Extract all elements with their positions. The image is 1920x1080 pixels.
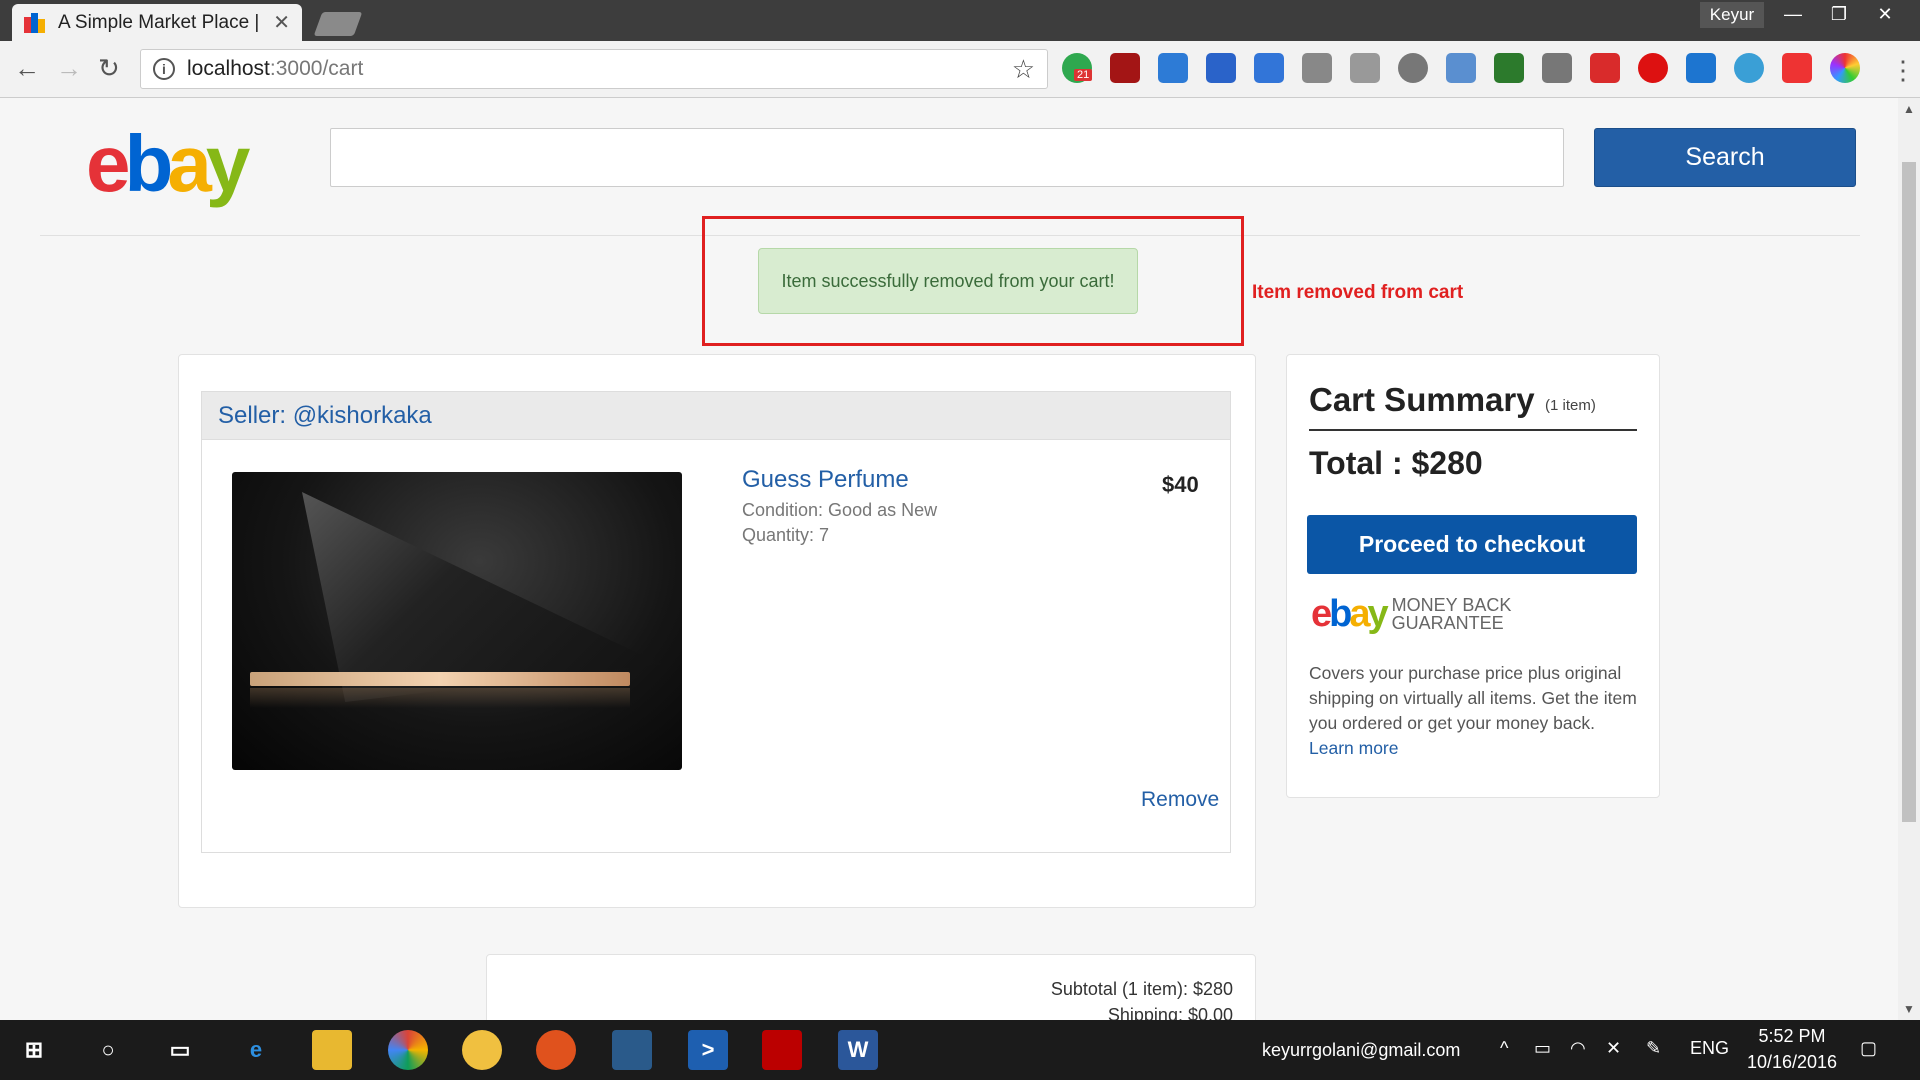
action-center-icon[interactable]: ▢	[1860, 1038, 1877, 1059]
page-scrollbar[interactable]: ▲ ▼	[1898, 98, 1920, 1020]
word-icon[interactable]: W	[838, 1030, 878, 1070]
task-view-icon[interactable]: ▭	[160, 1030, 200, 1070]
forward-arrow-icon[interactable]: →	[56, 53, 82, 84]
chrome-icon[interactable]	[388, 1030, 428, 1070]
battery-icon[interactable]: ▭	[1534, 1038, 1551, 1059]
pen-extension-icon[interactable]	[1302, 53, 1332, 83]
adblock-extension-icon[interactable]	[1638, 53, 1668, 83]
tab-title: A Simple Market Place | e	[58, 11, 266, 33]
taskbar-email[interactable]: keyurrgolani@gmail.com	[1262, 1040, 1460, 1061]
angular-extension-icon[interactable]	[1398, 53, 1428, 83]
proceed-to-checkout-button[interactable]: Proceed to checkout	[1307, 515, 1637, 574]
clock-date[interactable]: 10/16/2016	[1742, 1052, 1842, 1073]
remove-item-link[interactable]: Remove	[1141, 788, 1219, 812]
ubuntu-icon[interactable]	[536, 1030, 576, 1070]
scroll-up-icon[interactable]: ▲	[1903, 102, 1915, 116]
product-condition: Condition: Good as New	[742, 500, 938, 520]
mysql-workbench-icon[interactable]	[612, 1030, 652, 1070]
summary-divider	[1309, 429, 1637, 431]
cart-panel: Seller: @kishorkaka Guess Perfume Condit…	[178, 354, 1256, 908]
money-back-guarantee-logo: ebay MONEY BACK GUARANTEE	[1311, 595, 1512, 633]
subtotal-text: Subtotal (1 item): $280	[1050, 979, 1233, 999]
restore-icon[interactable]: ❐	[1816, 0, 1862, 28]
new-tab-button[interactable]	[313, 12, 363, 36]
tab-close-icon[interactable]: ✕	[273, 10, 290, 35]
product-title-link[interactable]: Guess Perfume	[742, 466, 909, 494]
ebay-logo[interactable]: ebay	[86, 124, 250, 204]
browser-toolbar: ← → ↻ i localhost :3000/cart ☆ 21 ⋮	[0, 41, 1920, 98]
cart-total: Total : $280	[1309, 445, 1483, 481]
cart-item-count: (1 item)	[1545, 397, 1596, 414]
acrobat-icon[interactable]	[762, 1030, 802, 1070]
powershell-icon[interactable]: >	[688, 1030, 728, 1070]
bookmark-star-icon[interactable]: ☆	[1012, 54, 1035, 85]
show-hidden-icons[interactable]: ^	[1500, 1038, 1508, 1059]
seller-header: Seller: @kishorkaka	[202, 392, 1230, 440]
laptop-reflection-shape	[250, 688, 630, 708]
laptop-lid-shape	[302, 492, 662, 702]
learn-more-link[interactable]: Learn more	[1309, 738, 1399, 758]
product-price: $40	[1162, 472, 1199, 497]
red-extension-icon[interactable]	[1590, 53, 1620, 83]
pin-extension-icon[interactable]	[1206, 53, 1236, 83]
scroll-down-icon[interactable]: ▼	[1903, 1002, 1915, 1016]
shopping-bag-icon	[24, 12, 46, 33]
product-quantity: Quantity: 7	[742, 525, 830, 545]
blue-window-extension-icon[interactable]	[1686, 53, 1716, 83]
cart-summary-title: Cart Summary	[1309, 381, 1535, 418]
page-content: ebay Search Item successfully removed fr…	[0, 98, 1898, 1020]
info-icon[interactable]: i	[153, 58, 175, 80]
extension-green-icon[interactable]: 21	[1062, 53, 1093, 83]
language-indicator[interactable]: ENG	[1690, 1038, 1729, 1059]
browser-titlebar: A Simple Market Place | e ✕ Keyur — ❐ ✕	[0, 0, 1920, 41]
search-input[interactable]	[330, 128, 1564, 187]
scroll-thumb[interactable]	[1902, 162, 1916, 822]
url-host: localhost	[187, 57, 270, 80]
shipping-text: Shipping: $0.00	[1107, 1005, 1233, 1020]
extensions-bar: 21	[1062, 53, 1860, 83]
wifi-icon[interactable]: ◠	[1570, 1038, 1586, 1059]
back-arrow-icon[interactable]: ←	[14, 53, 40, 84]
windows-start-icon[interactable]: ⊞	[14, 1030, 54, 1070]
clock-time[interactable]: 5:52 PM	[1756, 1026, 1828, 1047]
cart-summary-panel: Cart Summary (1 item) Total : $280 Proce…	[1286, 354, 1660, 798]
minimize-icon[interactable]: —	[1770, 0, 1816, 28]
search-button[interactable]: Search	[1594, 128, 1856, 187]
subtotal-panel: Subtotal (1 item): $280 Shipping: $0.00	[486, 954, 1256, 1020]
windows-taskbar: ⊞ ○ ▭ e > W keyurrgolani@gmail.com ^ ▭ ◠…	[0, 1020, 1920, 1080]
shield-gray-extension-icon[interactable]	[1542, 53, 1572, 83]
color-wheel-extension-icon[interactable]	[1830, 53, 1860, 83]
address-bar[interactable]: i localhost :3000/cart ☆	[140, 49, 1048, 89]
laptop-base-shape	[250, 672, 630, 686]
paint-icon[interactable]	[462, 1030, 502, 1070]
url-path: :3000/cart	[269, 57, 364, 80]
toggle-extension-icon[interactable]	[1734, 53, 1764, 83]
layers-extension-icon[interactable]	[1158, 53, 1188, 83]
annotation-label: Item removed from cart	[1252, 282, 1464, 303]
guarantee-caption: MONEY BACK GUARANTEE	[1391, 595, 1512, 633]
guarantee-ebay-logo: ebay	[1311, 593, 1389, 635]
volume-muted-icon[interactable]: ✕	[1606, 1038, 1621, 1059]
guarantee-description: Covers your purchase price plus original…	[1309, 661, 1639, 761]
profile-button[interactable]: Keyur	[1700, 2, 1764, 28]
edge-browser-icon[interactable]: e	[236, 1030, 276, 1070]
extension-badge: 21	[1074, 69, 1093, 81]
megaphone-extension-icon[interactable]	[1254, 53, 1284, 83]
bw-extension-icon[interactable]	[1494, 53, 1524, 83]
product-image[interactable]	[232, 472, 682, 770]
reload-icon[interactable]: ↻	[98, 53, 120, 84]
window-extension-icon[interactable]	[1446, 53, 1476, 83]
menu-icon[interactable]: ⋮	[1890, 55, 1916, 86]
success-alert: Item successfully removed from your cart…	[758, 248, 1138, 314]
file-explorer-icon[interactable]	[312, 1030, 352, 1070]
guarantee-description-text: Covers your purchase price plus original…	[1309, 663, 1637, 733]
pdf-extension-icon[interactable]	[1110, 53, 1140, 83]
pen-icon[interactable]: ✎	[1646, 1038, 1661, 1059]
star-extension-icon[interactable]	[1782, 53, 1812, 83]
seller-group: Seller: @kishorkaka Guess Perfume Condit…	[201, 391, 1231, 853]
shield-extension-icon[interactable]	[1350, 53, 1380, 83]
cortana-icon[interactable]: ○	[88, 1030, 128, 1070]
browser-tab[interactable]: A Simple Market Place | e ✕	[12, 4, 302, 41]
close-window-icon[interactable]: ✕	[1862, 0, 1908, 28]
